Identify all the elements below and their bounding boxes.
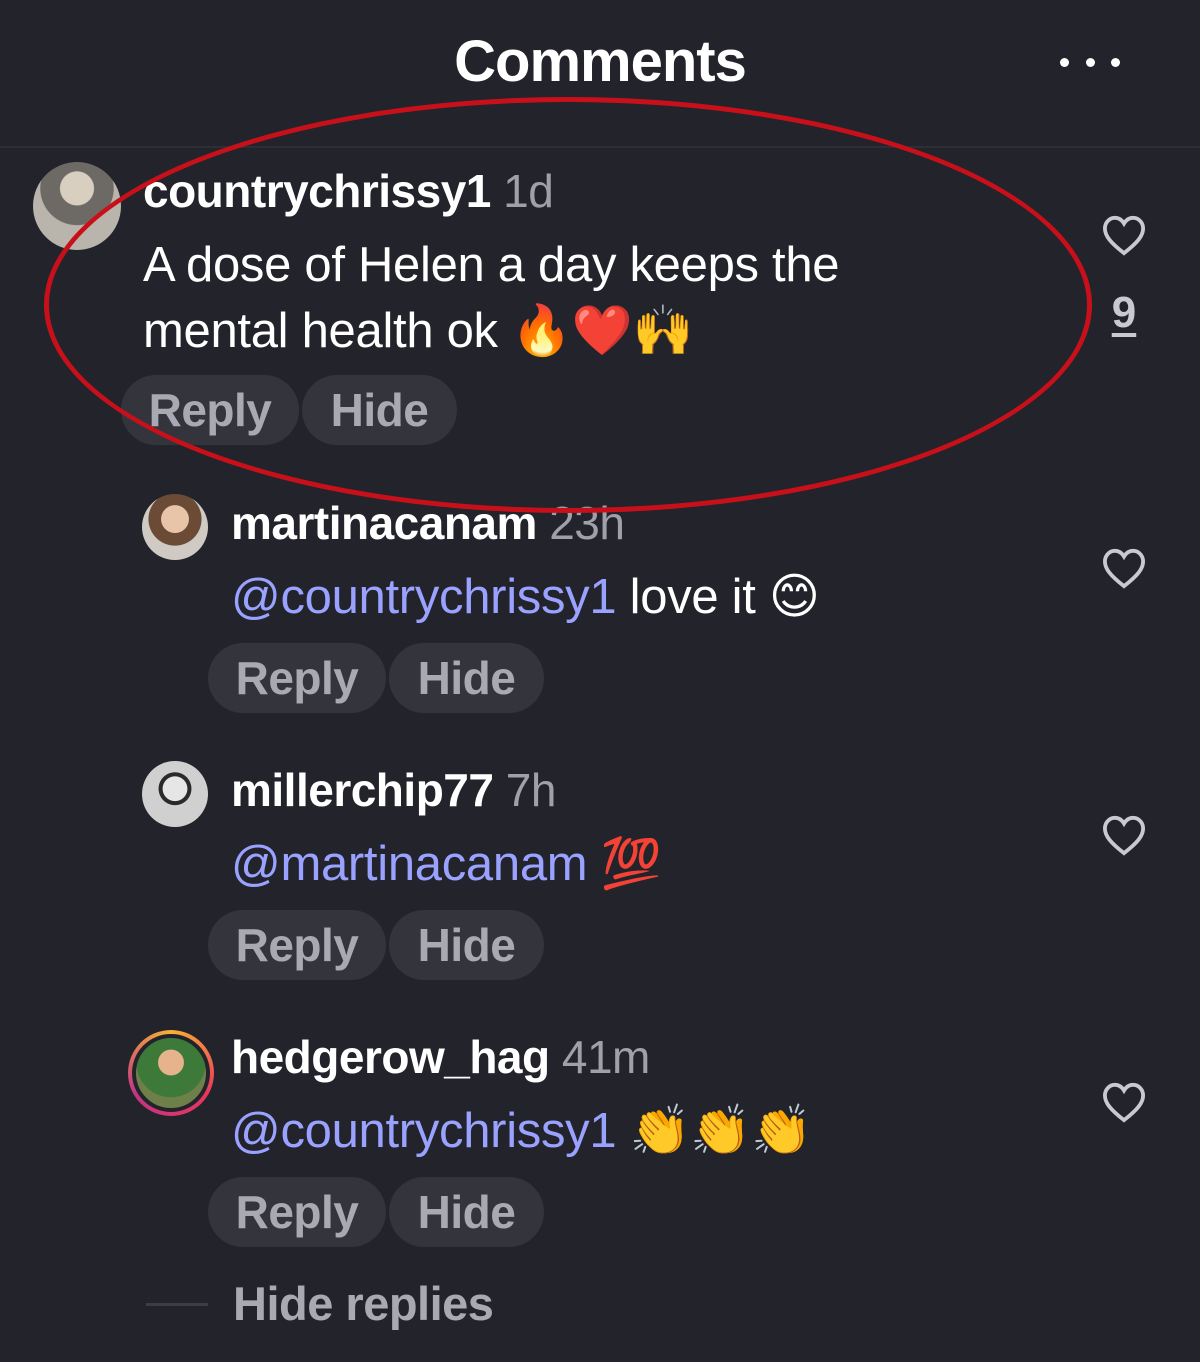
hide-button[interactable]: Hide: [302, 375, 457, 445]
avatar[interactable]: [142, 761, 208, 827]
username[interactable]: millerchip77: [231, 764, 494, 816]
comment-text-content: 👏👏👏: [629, 1104, 812, 1158]
timestamp: 7h: [505, 764, 557, 816]
comment-meta: hedgerow_hag 41m: [231, 1030, 650, 1084]
reply-button[interactable]: Reply: [208, 910, 386, 980]
thread-line: [146, 1303, 208, 1306]
comments-header: Comments: [0, 0, 1200, 148]
timestamp: 1d: [503, 165, 554, 217]
more-options-icon[interactable]: [1060, 52, 1120, 72]
username[interactable]: hedgerow_hag: [231, 1031, 550, 1083]
hide-replies-button[interactable]: Hide replies: [233, 1276, 494, 1331]
avatar[interactable]: [142, 494, 208, 560]
heart-icon[interactable]: [1101, 814, 1147, 856]
heart-icon[interactable]: [1101, 1081, 1147, 1123]
comment-meta: millerchip77 7h: [231, 763, 556, 817]
heart-icon[interactable]: [1101, 214, 1147, 256]
page-title: Comments: [454, 29, 747, 94]
comment-text-line2: mental health ok 🔥❤️🙌: [143, 304, 694, 358]
comment-text-content: love it 😊: [629, 570, 820, 624]
hide-button[interactable]: Hide: [389, 1177, 544, 1247]
timestamp: 41m: [561, 1031, 650, 1083]
like-count[interactable]: 9: [1102, 288, 1146, 338]
comment-text-content: 💯: [600, 837, 662, 891]
comment-text: @countrychrissy1 👏👏👏: [231, 1098, 812, 1164]
heart-icon[interactable]: [1101, 547, 1147, 589]
avatar: [132, 1034, 210, 1112]
comment-text: @countrychrissy1 love it 😊: [231, 564, 820, 630]
comment-text: @martinacanam 💯: [231, 831, 662, 897]
mention-link[interactable]: @countrychrissy1: [231, 1104, 617, 1158]
timestamp: 23h: [549, 497, 625, 549]
avatar[interactable]: [33, 162, 121, 250]
reply-button[interactable]: Reply: [208, 643, 386, 713]
avatar-story-ring[interactable]: [128, 1030, 214, 1116]
comment-meta: countrychrissy1 1d: [143, 164, 554, 218]
mention-link[interactable]: @countrychrissy1: [231, 570, 617, 624]
reply-button[interactable]: Reply: [208, 1177, 386, 1247]
comment-meta: martinacanam 23h: [231, 496, 625, 550]
username[interactable]: countrychrissy1: [143, 165, 491, 217]
hide-button[interactable]: Hide: [389, 643, 544, 713]
hide-button[interactable]: Hide: [389, 910, 544, 980]
username[interactable]: martinacanam: [231, 497, 537, 549]
comment-text-line1: A dose of Helen a day keeps the: [143, 238, 840, 292]
mention-link[interactable]: @martinacanam: [231, 837, 588, 891]
reply-button[interactable]: Reply: [121, 375, 299, 445]
